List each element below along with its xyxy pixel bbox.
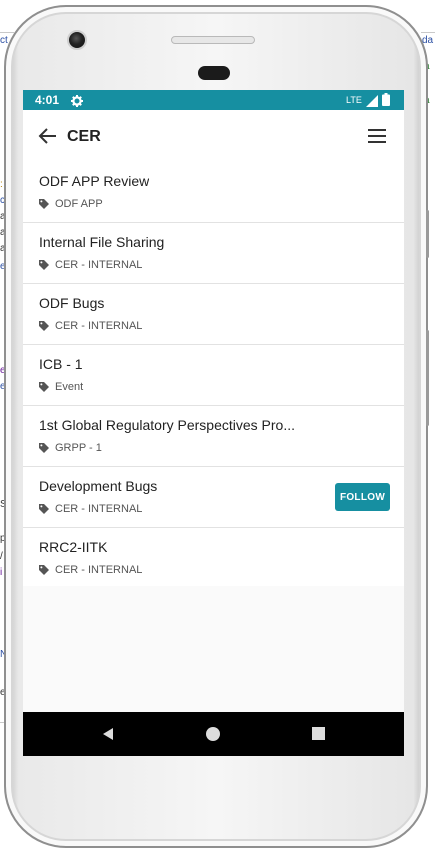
nav-back-icon[interactable] xyxy=(101,727,115,741)
status-time: 4:01 xyxy=(35,93,60,107)
list-item[interactable]: RRC2-IITK CER - INTERNAL xyxy=(23,528,404,589)
list-item[interactable]: 1st Global Regulatory Perspectives Pro..… xyxy=(23,406,404,467)
hamburger-icon[interactable] xyxy=(368,129,386,143)
phone-screen: 4:01 LTE CER ODF APP Review ODF APP Inte… xyxy=(23,90,404,756)
app-bar: CER xyxy=(23,110,404,163)
follow-button[interactable]: FOLLOW xyxy=(335,483,390,511)
item-title: ODF APP Review xyxy=(39,173,150,189)
list-item[interactable]: Internal File Sharing CER - INTERNAL xyxy=(23,223,404,284)
front-camera xyxy=(67,30,87,50)
battery-icon xyxy=(382,93,390,106)
page-title: CER xyxy=(67,128,101,145)
nav-home-icon[interactable] xyxy=(206,727,220,741)
tag-label: GRPP - 1 xyxy=(55,442,102,454)
item-title: ICB - 1 xyxy=(39,356,83,372)
network-type: LTE xyxy=(346,95,362,105)
list-item[interactable]: ICB - 1 Event xyxy=(23,345,404,406)
item-title: RRC2-IITK xyxy=(39,539,108,555)
item-title: ODF Bugs xyxy=(39,295,105,311)
power-button xyxy=(426,330,429,426)
tag-icon xyxy=(39,565,49,575)
tag-icon xyxy=(39,321,49,331)
earpiece-speaker xyxy=(171,36,255,44)
item-title: Internal File Sharing xyxy=(39,234,165,250)
nav-recents-icon[interactable] xyxy=(312,727,325,740)
tag-icon xyxy=(39,504,49,514)
tag-icon xyxy=(39,382,49,392)
tag-icon xyxy=(39,260,49,270)
tag-icon xyxy=(39,199,49,209)
channel-list: ODF APP Review ODF APP Internal File Sha… xyxy=(23,162,404,589)
tag-label: CER - INTERNAL xyxy=(55,503,143,515)
arrow-left-icon[interactable] xyxy=(38,127,58,145)
tag-label: CER - INTERNAL xyxy=(55,320,143,332)
tag-label: CER - INTERNAL xyxy=(55,564,143,576)
proximity-sensor xyxy=(198,66,230,80)
signal-icon xyxy=(366,94,378,107)
status-bar: 4:01 LTE xyxy=(23,90,404,110)
gear-icon xyxy=(71,94,83,107)
item-title: Development Bugs xyxy=(39,478,158,494)
list-item[interactable]: ODF Bugs CER - INTERNAL xyxy=(23,284,404,345)
list-item[interactable]: ODF APP Review ODF APP xyxy=(23,162,404,223)
volume-button xyxy=(426,210,429,258)
tag-label: CER - INTERNAL xyxy=(55,259,143,271)
item-title: 1st Global Regulatory Perspectives Pro..… xyxy=(39,417,296,433)
list-item[interactable]: Development Bugs CER - INTERNAL FOLLOW xyxy=(23,467,404,528)
system-nav-bar xyxy=(23,712,404,756)
tag-label: ODF APP xyxy=(55,198,103,210)
tag-label: Event xyxy=(55,381,84,393)
tag-icon xyxy=(39,443,49,453)
empty-space xyxy=(23,586,404,712)
